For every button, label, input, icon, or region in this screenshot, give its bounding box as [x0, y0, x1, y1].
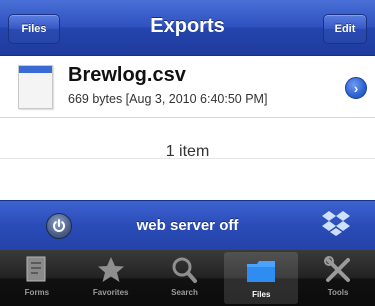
tools-icon: [321, 254, 355, 286]
star-icon: [94, 254, 128, 286]
server-status: web server off: [136, 217, 239, 234]
tab-label: Tools: [327, 288, 349, 297]
tab-favorites[interactable]: Favorites: [74, 250, 148, 306]
tab-bar: Forms Favorites Search Files Tools: [0, 250, 375, 306]
server-bar: web server off: [0, 200, 375, 250]
disclosure-arrow-icon[interactable]: ›: [345, 77, 367, 99]
file-name: Brewlog.csv: [68, 64, 186, 86]
search-icon: [167, 254, 201, 286]
dropbox-icon[interactable]: [321, 209, 351, 243]
forms-icon: [20, 254, 54, 286]
tab-label: Favorites: [92, 288, 129, 297]
item-count: 1 item: [165, 143, 210, 160]
tab-files[interactable]: Files: [224, 252, 299, 304]
tab-label: Files: [252, 290, 271, 299]
tab-label: Forms: [24, 288, 50, 297]
document-icon: [18, 65, 53, 109]
folder-icon: [244, 256, 278, 288]
screen: Files Exports Edit Brewlog.csv 669 bytes…: [0, 0, 375, 306]
tab-tools[interactable]: Tools: [301, 250, 375, 306]
edit-button[interactable]: Edit: [323, 14, 367, 44]
file-row[interactable]: Brewlog.csv 669 bytes [Aug 3, 2010 6:40:…: [0, 56, 375, 118]
page-title: Exports: [150, 15, 225, 37]
tab-label: Search: [171, 288, 198, 297]
tab-search[interactable]: Search: [148, 250, 222, 306]
navigation-bar: Files Exports Edit: [0, 0, 375, 56]
tab-forms[interactable]: Forms: [0, 250, 74, 306]
file-meta: 669 bytes [Aug 3, 2010 6:40:50 PM]: [68, 92, 268, 106]
